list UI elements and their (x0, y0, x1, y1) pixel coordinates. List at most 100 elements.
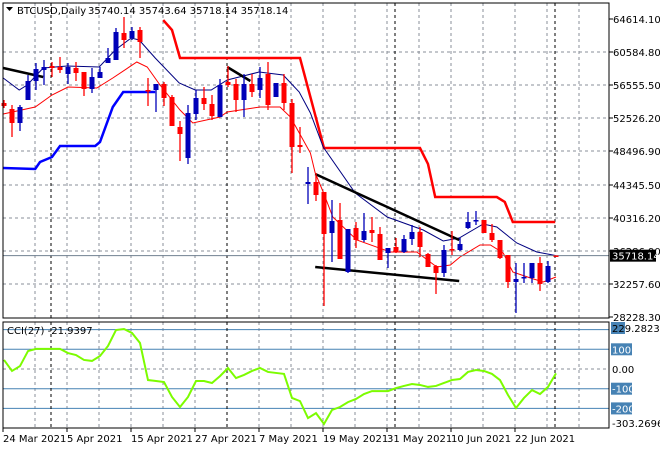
candle[interactable] (177, 120, 183, 161)
candle[interactable] (321, 191, 327, 306)
candle[interactable] (273, 82, 279, 98)
candle[interactable] (33, 62, 39, 90)
candle-body (1, 102, 7, 107)
candle[interactable] (9, 105, 15, 138)
candle[interactable] (73, 61, 79, 81)
candle[interactable] (465, 211, 471, 230)
candle[interactable] (113, 28, 119, 60)
candle-body (17, 107, 23, 123)
candle[interactable] (129, 27, 135, 40)
candle[interactable] (41, 60, 47, 86)
candle[interactable] (249, 74, 255, 98)
candle[interactable] (97, 67, 103, 79)
candle-body (233, 83, 239, 100)
candle-body (249, 83, 255, 92)
candle-body (329, 221, 335, 234)
date-label: 5 Apr 2021 (67, 434, 122, 445)
candle[interactable] (529, 262, 535, 283)
candle[interactable] (425, 252, 431, 267)
candle[interactable] (289, 99, 295, 173)
candle-body (553, 255, 559, 257)
candle[interactable] (305, 167, 311, 205)
candle-body (489, 233, 495, 240)
dropdown-triangle-icon[interactable] (6, 7, 13, 11)
candle[interactable] (161, 81, 167, 107)
candle-body (529, 262, 535, 278)
candle[interactable] (57, 57, 63, 73)
cci-line (3, 327, 557, 426)
candle[interactable] (441, 244, 447, 277)
candle-body (417, 231, 423, 248)
candle[interactable] (209, 95, 215, 120)
candle-body (9, 109, 15, 123)
candle[interactable] (545, 260, 551, 283)
candle-body (225, 81, 231, 86)
candle[interactable] (313, 172, 319, 201)
price-tick-label: 48496.90 (613, 147, 660, 158)
candle-body (89, 77, 95, 90)
price-grid (3, 3, 609, 318)
candlestick-series[interactable] (1, 17, 559, 313)
candle-body (145, 90, 151, 92)
candle[interactable] (497, 240, 503, 259)
candle-body (473, 220, 479, 222)
candle[interactable] (281, 74, 287, 110)
date-axis: 24 Mar 2021 5 Apr 2021 15 Apr 2021 27 Apr 2… (2, 428, 575, 445)
candle-body (201, 98, 207, 104)
candle[interactable] (49, 61, 55, 78)
candle[interactable] (169, 95, 175, 126)
candle[interactable] (401, 235, 407, 253)
candle[interactable] (265, 61, 271, 110)
candle-body (209, 103, 215, 117)
candle-body (25, 80, 31, 100)
date-label: 22 Jun 2021 (515, 434, 575, 445)
candle[interactable] (257, 67, 263, 99)
candle[interactable] (25, 75, 31, 100)
candle-body (433, 265, 439, 273)
cci-axis-label: -303.2696 (612, 419, 660, 430)
candle[interactable] (377, 227, 383, 260)
candle[interactable] (121, 17, 127, 49)
price-tick-label: 32257.60 (613, 280, 660, 291)
candle[interactable] (385, 248, 391, 268)
candle-body (33, 69, 39, 81)
candle-body (313, 181, 319, 196)
candle[interactable] (361, 213, 367, 242)
candle[interactable] (1, 100, 7, 109)
candle[interactable] (81, 71, 87, 97)
candle-body (281, 82, 287, 103)
candle-body (193, 98, 199, 114)
candle[interactable] (409, 225, 415, 245)
candle[interactable] (521, 262, 527, 283)
candle-body (241, 83, 247, 100)
candle[interactable] (353, 222, 359, 249)
candle-body (449, 249, 455, 251)
candle[interactable] (233, 79, 239, 112)
candle[interactable] (185, 105, 191, 164)
candle[interactable] (553, 255, 559, 257)
candle-body (57, 67, 63, 70)
candle[interactable] (505, 254, 511, 288)
candle-body (393, 247, 399, 252)
cci-axis: 229.2823 100 0.00 -100 -200 -303.2696 (611, 322, 660, 430)
candle[interactable] (193, 90, 199, 120)
candle-body (153, 83, 159, 90)
candle[interactable] (369, 217, 375, 242)
candle[interactable] (153, 83, 159, 112)
candle[interactable] (345, 229, 351, 273)
candle[interactable] (17, 105, 23, 131)
candle-body (121, 32, 127, 40)
candle[interactable] (89, 68, 95, 93)
date-label: 19 May 2021 (323, 434, 388, 445)
candle[interactable] (241, 74, 247, 118)
candle-body (377, 234, 383, 260)
candle[interactable] (513, 262, 519, 313)
candle[interactable] (393, 238, 399, 253)
candle[interactable] (337, 203, 343, 259)
candle-body (289, 102, 295, 148)
candle-body (169, 97, 175, 126)
candle-body (465, 222, 471, 229)
candle-body (505, 254, 511, 282)
candle[interactable] (481, 220, 487, 234)
candle[interactable] (537, 256, 543, 291)
